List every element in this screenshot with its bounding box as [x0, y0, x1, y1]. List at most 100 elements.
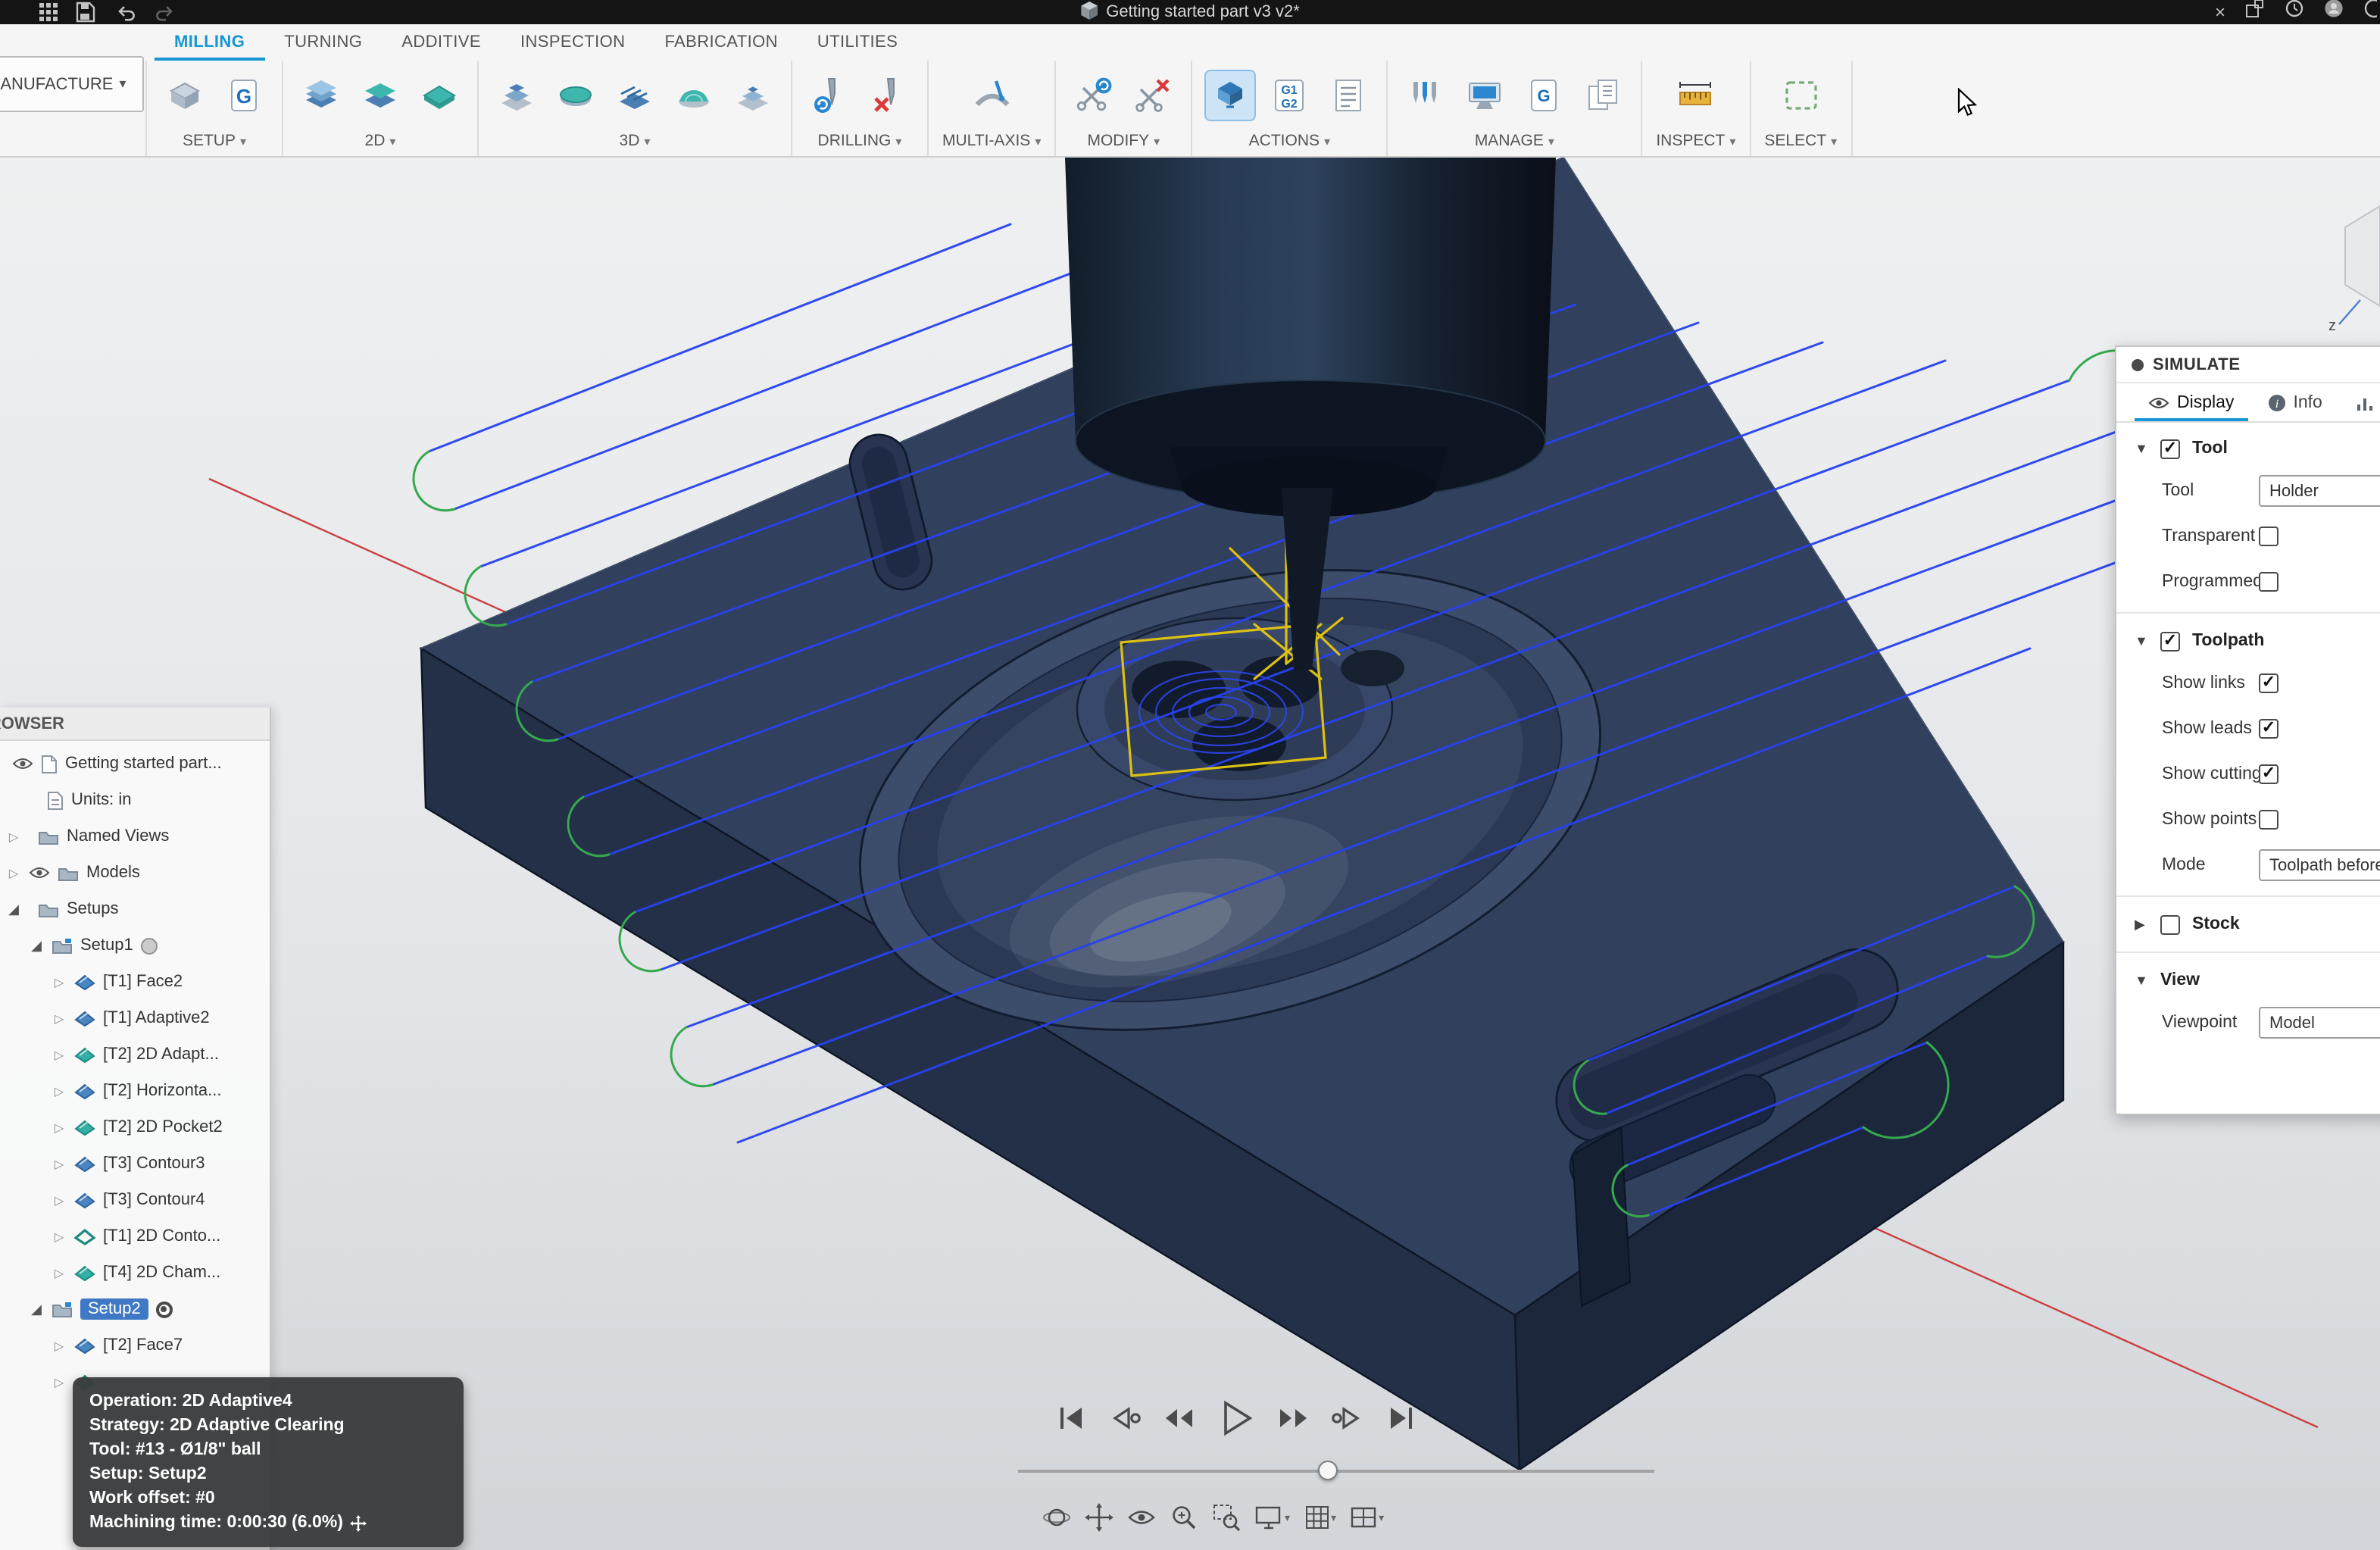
group-label-manage[interactable]: MANAGE — [1475, 129, 1554, 153]
tab-milling[interactable]: MILLING — [155, 24, 264, 61]
drill-delete-icon[interactable] — [865, 70, 914, 119]
post-process-icon[interactable]: G — [220, 70, 268, 119]
workspace-selector[interactable]: MANUFACTURE — [0, 56, 144, 112]
orbit-icon[interactable] — [1042, 1503, 1071, 1532]
simulate-dialog-header[interactable]: SIMULATE — [2116, 347, 2380, 383]
toolpath-section-checkbox[interactable] — [2160, 631, 2180, 651]
expand-icon[interactable]: ▶ — [2135, 916, 2148, 933]
group-label-setup[interactable]: SETUP — [183, 129, 246, 153]
next-operation-button[interactable] — [1330, 1402, 1366, 1435]
pan-icon[interactable] — [1085, 1503, 1113, 1532]
tab-info[interactable]: i Info — [2254, 383, 2335, 421]
stock-section-checkbox[interactable] — [2160, 914, 2180, 934]
expand-icon[interactable]: ▷ — [52, 1339, 67, 1352]
drag-handle-icon[interactable] — [2132, 358, 2144, 370]
expand-icon[interactable]: ▷ — [52, 1084, 67, 1098]
apps-grid-icon[interactable] — [39, 3, 58, 21]
tree-item-operation[interactable]: ▷ [T1] Adaptive2 — [0, 1000, 270, 1036]
show-links-checkbox[interactable] — [2259, 673, 2278, 693]
group-label-multi-axis[interactable]: MULTI-AXIS — [942, 129, 1041, 153]
tree-item-operation[interactable]: ▷ [T2] Face7 — [0, 1327, 270, 1364]
look-at-icon[interactable] — [1127, 1508, 1156, 1527]
play-button[interactable] — [1215, 1397, 1257, 1439]
visibility-eye-icon[interactable] — [12, 756, 33, 771]
tree-item-operation[interactable]: ▷ [T2] Horizonta... — [0, 1073, 270, 1109]
timeline-slider-thumb[interactable] — [1318, 1461, 1338, 1480]
tree-item-setups[interactable]: ◢ Setups — [0, 891, 270, 927]
collapse-icon[interactable]: ◢ — [29, 1301, 44, 1317]
tree-item-operation[interactable]: ▷ [T1] Face2 — [0, 964, 270, 1000]
tab-statistics[interactable]: Statistics — [2342, 383, 2380, 421]
simulate-icon[interactable] — [1206, 70, 1254, 119]
browser-panel-title[interactable]: BROWSER — [0, 708, 270, 741]
redo-icon[interactable] — [155, 2, 176, 23]
tree-item-operation[interactable]: ▷ [T4] 2D Cham... — [0, 1255, 270, 1291]
window-select-icon[interactable] — [1776, 70, 1825, 119]
expand-icon[interactable]: ▷ — [52, 1193, 67, 1207]
collapse-icon[interactable]: ▼ — [2135, 973, 2148, 988]
tree-item-setup1[interactable]: ◢ Setup1 — [0, 927, 270, 964]
tree-item-named-views[interactable]: ▷ Named Views — [0, 818, 270, 855]
tree-item-models[interactable]: ▷ Models — [0, 855, 270, 891]
expand-icon[interactable]: ▷ — [52, 975, 67, 989]
tree-item-operation[interactable]: ▷ [T3] Contour3 — [0, 1145, 270, 1182]
tool-dropdown[interactable]: Holder — [2259, 475, 2380, 507]
mode-dropdown[interactable]: Toolpath before — [2259, 849, 2380, 881]
expand-icon[interactable]: ▷ — [6, 830, 21, 843]
viewpoint-dropdown[interactable]: Model — [2259, 1007, 2380, 1039]
display-settings-icon[interactable]: ▾ — [1254, 1505, 1290, 1530]
scene-graphics[interactable] — [0, 158, 2380, 1550]
group-label-2d[interactable]: 2D — [365, 129, 396, 153]
save-icon[interactable] — [76, 2, 97, 23]
trim-regenerate-icon[interactable] — [1070, 70, 1118, 119]
show-leads-checkbox[interactable] — [2259, 719, 2278, 739]
machine-library-icon[interactable] — [1460, 70, 1509, 119]
post-library-icon[interactable]: G — [1520, 70, 1568, 119]
group-label-inspect[interactable]: INSPECT — [1656, 129, 1735, 153]
collapse-icon[interactable]: ◢ — [29, 937, 44, 954]
tree-item-units[interactable]: Units: in — [0, 782, 270, 818]
tab-additive[interactable]: ADDITIVE — [382, 24, 501, 61]
measure-icon[interactable] — [1672, 70, 1720, 119]
close-icon[interactable]: × — [2215, 3, 2225, 21]
go-to-start-button[interactable] — [1054, 1402, 1088, 1435]
trim-delete-icon[interactable] — [1129, 70, 1177, 119]
new-setup-icon[interactable] — [161, 70, 209, 119]
drill-cycle-icon[interactable] — [806, 70, 854, 119]
swarf-icon[interactable] — [967, 70, 1016, 119]
section-tool[interactable]: ▼ Tool — [2116, 429, 2380, 468]
tree-item-setup2[interactable]: ◢ Setup2 — [0, 1291, 270, 1327]
morph-icon[interactable] — [670, 70, 718, 119]
tab-turning[interactable]: TURNING — [264, 24, 382, 61]
tab-display[interactable]: Display — [2135, 383, 2247, 421]
account-icon[interactable] — [2324, 0, 2344, 26]
fast-forward-button[interactable] — [1276, 1402, 1312, 1435]
previous-operation-button[interactable] — [1160, 1402, 1197, 1435]
section-stock[interactable]: ▶ Stock — [2116, 905, 2380, 944]
show-points-checkbox[interactable] — [2259, 810, 2278, 830]
zoom-icon[interactable] — [1170, 1503, 1198, 1532]
undo-icon[interactable] — [115, 2, 136, 23]
expand-icon[interactable]: ▷ — [52, 1266, 67, 1280]
profile-partial-icon[interactable] — [2363, 0, 2377, 26]
viewports-icon[interactable]: ▾ — [1350, 1506, 1384, 1529]
tool-section-checkbox[interactable] — [2160, 439, 2180, 458]
go-to-end-button[interactable] — [1385, 1402, 1418, 1435]
expand-icon[interactable]: ▷ — [52, 1157, 67, 1170]
tree-item-operation[interactable]: ▷ [T1] 2D Conto... — [0, 1218, 270, 1255]
section-toolpath[interactable]: ▼ Toolpath — [2116, 621, 2380, 661]
expand-icon[interactable]: ▷ — [52, 1120, 67, 1134]
zoom-window-icon[interactable] — [1212, 1503, 1241, 1532]
expand-icon[interactable]: ▷ — [52, 1011, 67, 1025]
templates-icon[interactable] — [1579, 70, 1627, 119]
collapse-icon[interactable]: ▼ — [2135, 441, 2148, 456]
spiral-icon[interactable] — [729, 70, 777, 119]
flat-icon[interactable] — [551, 70, 600, 119]
play-backwards-button[interactable] — [1106, 1402, 1142, 1435]
programmed-checkbox[interactable] — [2259, 572, 2278, 592]
section-view[interactable]: ▼ View — [2116, 961, 2380, 1000]
parallel-icon[interactable] — [611, 70, 659, 119]
extensions-icon[interactable] — [2245, 0, 2265, 26]
collapse-icon[interactable]: ▼ — [2135, 633, 2148, 648]
group-label-modify[interactable]: MODIFY — [1087, 129, 1160, 153]
